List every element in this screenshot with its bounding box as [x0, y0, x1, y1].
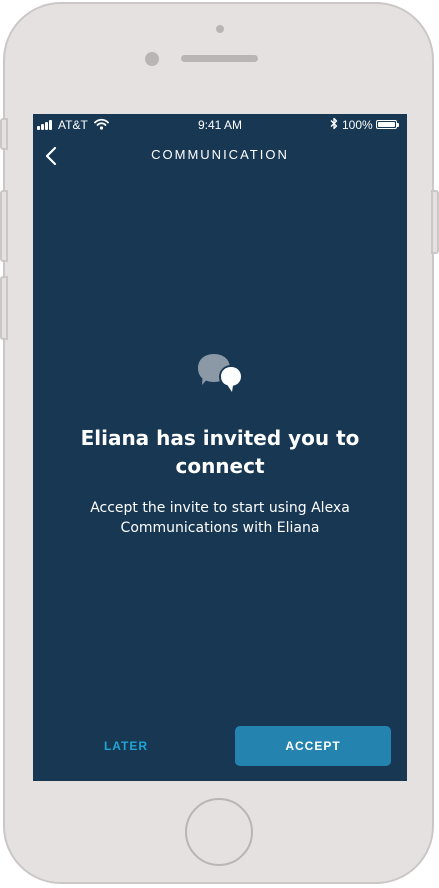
mute-switch: [0, 118, 8, 150]
accept-button[interactable]: ACCEPT: [235, 726, 391, 766]
invite-headline: Eliana has invited you to connect: [80, 426, 360, 478]
power-button: [431, 190, 439, 254]
proximity-sensor: [216, 25, 224, 33]
earpiece-speaker: [181, 55, 258, 62]
page-title: COMMUNICATION: [151, 147, 289, 162]
volume-down-button: [0, 276, 8, 340]
battery-icon: [376, 120, 399, 129]
battery-percent: 100%: [342, 118, 373, 132]
bluetooth-icon: [330, 117, 338, 130]
home-button[interactable]: [185, 798, 253, 866]
app-screen: AT&T 9:41 AM 100% COMMUNICATION Eliana h…: [33, 114, 407, 781]
status-bar: AT&T 9:41 AM 100%: [33, 114, 407, 136]
invite-description: Accept the invite to start using Alexa C…: [90, 500, 350, 536]
front-camera: [145, 52, 159, 66]
later-button[interactable]: LATER: [73, 726, 179, 766]
chat-bubbles-icon: [198, 354, 243, 392]
navigation-bar: COMMUNICATION: [33, 138, 407, 174]
volume-up-button: [0, 190, 8, 262]
